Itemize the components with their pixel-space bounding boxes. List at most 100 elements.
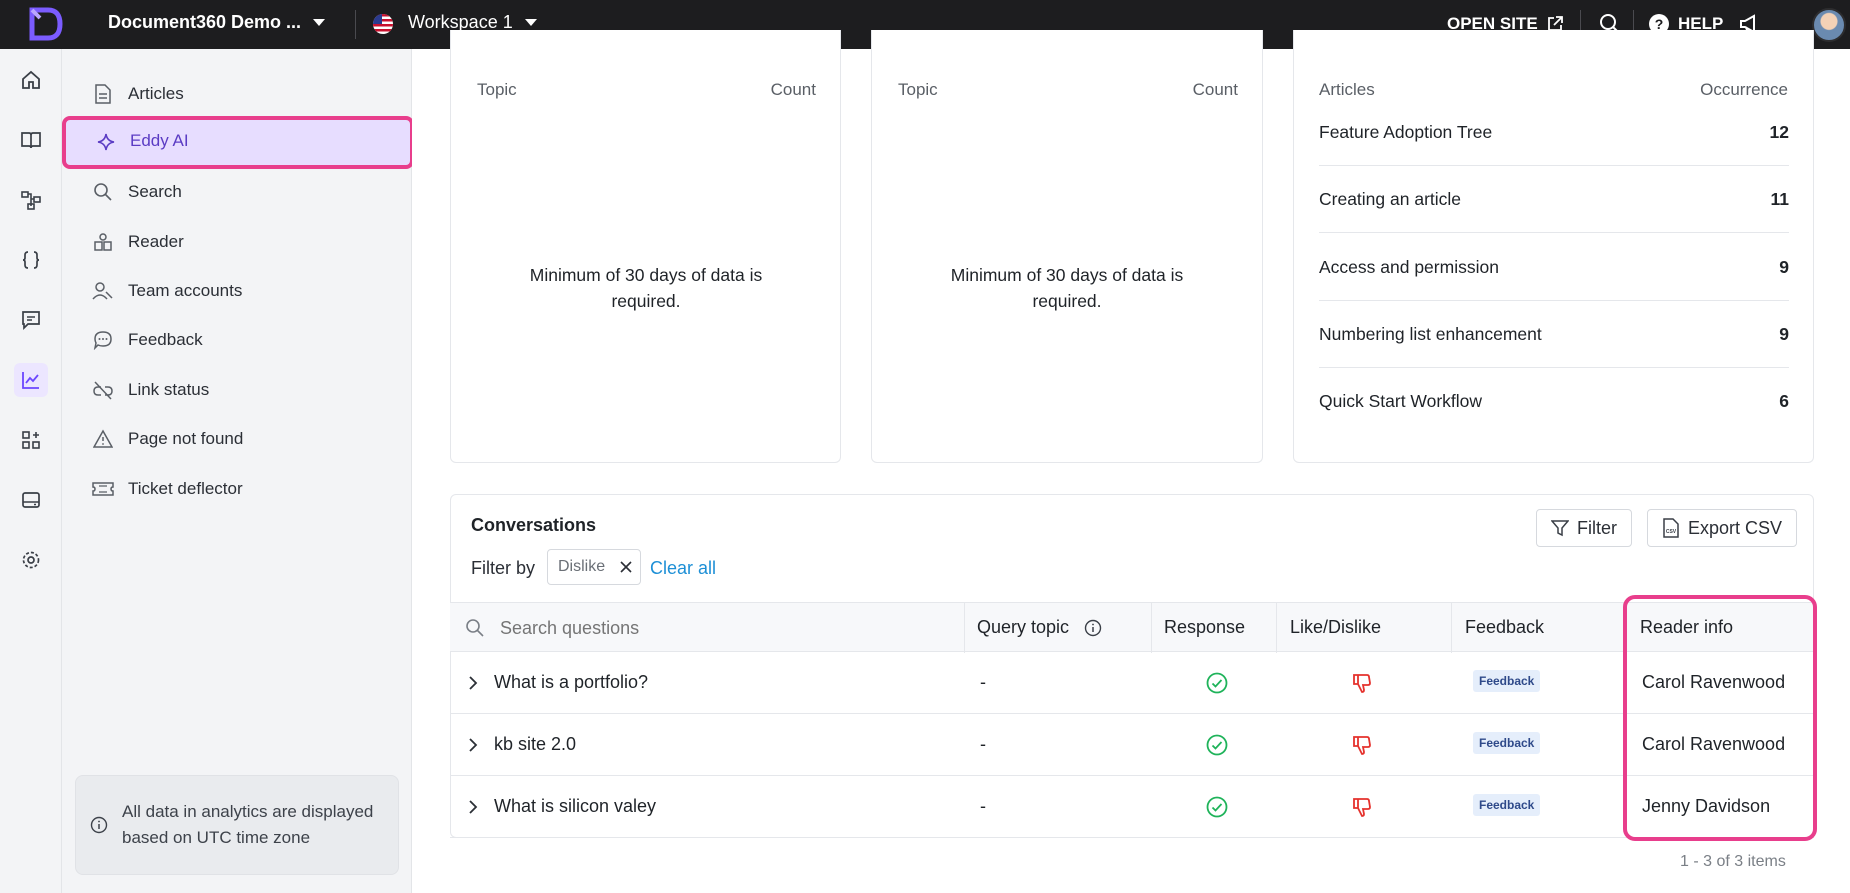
sidebar-item-reader[interactable]: Reader: [92, 222, 184, 262]
clear-all-link[interactable]: Clear all: [650, 558, 716, 579]
logo-icon[interactable]: [26, 6, 64, 42]
chat-icon: [92, 329, 114, 351]
check-circle-icon: [1206, 734, 1228, 756]
reader-info-highlight: [1623, 595, 1817, 841]
divider: [355, 10, 356, 39]
question-text: kb site 2.0: [494, 734, 577, 754]
empty-state-message: Minimum of 30 days of data is required.: [529, 265, 763, 311]
close-icon[interactable]: [620, 561, 632, 573]
article-row[interactable]: Creating an article 11: [1319, 166, 1789, 233]
chevron-down-icon: [524, 19, 537, 26]
article-row[interactable]: Access and permission 9: [1319, 234, 1789, 301]
thumbs-down-icon: [1353, 798, 1371, 817]
article-count: 6: [1779, 391, 1789, 411]
team-icon: [92, 280, 114, 302]
pagination-summary: 1 - 3 of 3 items: [1680, 853, 1786, 870]
article-count: 11: [1770, 188, 1790, 209]
article-row[interactable]: Numbering list enhancement 9: [1319, 301, 1789, 368]
analytics-icon[interactable]: [14, 363, 48, 397]
layout-icon[interactable]: [17, 486, 45, 514]
document-icon: [92, 83, 114, 105]
query-topic: -: [980, 734, 986, 754]
top-articles-card: Articles Occurrence Feature Adoption Tre…: [1293, 30, 1814, 463]
divider: [964, 603, 965, 653]
sidebar-item-articles[interactable]: Articles: [92, 74, 184, 114]
col-articles: Articles: [1319, 80, 1375, 99]
export-label: Export CSV: [1688, 517, 1783, 538]
thumbs-down-icon: [1353, 736, 1371, 755]
sidebar-item-page-not-found[interactable]: Page not found: [92, 419, 243, 459]
svg-text:CSV: CSV: [1666, 529, 1677, 535]
avatar[interactable]: [1812, 8, 1846, 42]
search-icon: [92, 181, 114, 203]
article-count: 12: [1769, 121, 1789, 142]
sidebar-item-label: Page not found: [128, 429, 244, 448]
col-count: Count: [770, 80, 816, 99]
query-topic: -: [980, 672, 986, 692]
col-count: Count: [1192, 80, 1238, 99]
home-icon[interactable]: [17, 66, 45, 94]
hierarchy-icon[interactable]: [17, 186, 45, 214]
thumbs-down-icon: [1353, 674, 1371, 693]
sidebar-item-ticket-deflector[interactable]: Ticket deflector: [92, 469, 243, 509]
divider: [1276, 603, 1277, 653]
article-title: Access and permission: [1319, 256, 1499, 277]
feedback-badge[interactable]: Feedback: [1473, 670, 1541, 692]
sidebar-item-label: Articles: [128, 84, 184, 103]
article-count: 9: [1779, 323, 1789, 344]
chevron-right-icon[interactable]: [468, 737, 478, 753]
topics-card-1: Topic Count Minimum of 30 days of data i…: [450, 30, 841, 463]
filter-button[interactable]: Filter: [1536, 509, 1632, 547]
col-feedback: Feedback: [1465, 617, 1545, 637]
comment-icon[interactable]: [17, 306, 45, 334]
sidebar-item-link-status[interactable]: Link status: [92, 370, 209, 410]
sidebar-item-feedback[interactable]: Feedback: [92, 320, 203, 360]
check-circle-icon: [1206, 796, 1228, 818]
question-text: What is a portfolio?: [494, 672, 649, 692]
sidebar-item-label: Search: [128, 182, 182, 201]
sidebar-item-team-accounts[interactable]: Team accounts: [92, 271, 242, 311]
sidebar-item-label: Ticket deflector: [128, 479, 243, 498]
info-icon: [90, 816, 108, 834]
sidebar-item-label: Link status: [128, 380, 210, 399]
query-topic: -: [980, 796, 986, 816]
divider: [1151, 603, 1152, 653]
article-row[interactable]: Quick Start Workflow 6: [1319, 368, 1789, 435]
chevron-right-icon[interactable]: [468, 799, 478, 815]
warning-icon: [92, 428, 114, 450]
sparkle-icon: [97, 133, 115, 151]
article-title: Quick Start Workflow: [1319, 391, 1483, 411]
csv-file-icon: CSV: [1663, 518, 1679, 538]
col-like-dislike: Like/Dislike: [1290, 617, 1382, 637]
conversations-table-header: Query topic Response Like/Dislike Feedba…: [450, 602, 1814, 653]
conversations-title: Conversations: [471, 515, 597, 535]
feedback-badge[interactable]: Feedback: [1473, 794, 1541, 816]
filter-chip-dislike[interactable]: Dislike: [547, 549, 641, 585]
divider: [1451, 603, 1452, 653]
filter-by-label: Filter by: [471, 558, 536, 578]
check-circle-icon: [1206, 672, 1228, 694]
article-row[interactable]: Feature Adoption Tree 12: [1319, 99, 1789, 166]
table-row[interactable]: What is a portfolio? - Feedback Carol Ra…: [450, 652, 1814, 714]
search-questions-input[interactable]: [500, 614, 880, 642]
feedback-badge[interactable]: Feedback: [1473, 732, 1541, 754]
ticket-icon: [92, 478, 114, 500]
sidebar-item-search[interactable]: Search: [92, 172, 182, 212]
table-row[interactable]: kb site 2.0 - Feedback Carol Ravenwood: [450, 714, 1814, 776]
reader-icon: [92, 231, 114, 253]
article-title: Numbering list enhancement: [1319, 323, 1542, 344]
book-icon[interactable]: [17, 126, 45, 154]
export-csv-button[interactable]: CSV Export CSV: [1647, 509, 1798, 547]
info-icon[interactable]: [1084, 619, 1102, 637]
chevron-right-icon[interactable]: [468, 675, 478, 691]
question-text: What is silicon valey: [494, 796, 657, 816]
table-row[interactable]: What is silicon valey - Feedback Jenny D…: [450, 776, 1814, 838]
col-occurrence: Occurrence: [1700, 80, 1788, 99]
funnel-icon: [1551, 520, 1569, 537]
settings-icon[interactable]: [17, 546, 45, 574]
apps-icon[interactable]: [17, 426, 45, 454]
project-selector[interactable]: Document360 Demo ...: [108, 12, 326, 33]
timezone-note: All data in analytics are displayed base…: [75, 775, 399, 875]
code-braces-icon[interactable]: [17, 246, 45, 274]
icon-rail: [0, 49, 62, 893]
